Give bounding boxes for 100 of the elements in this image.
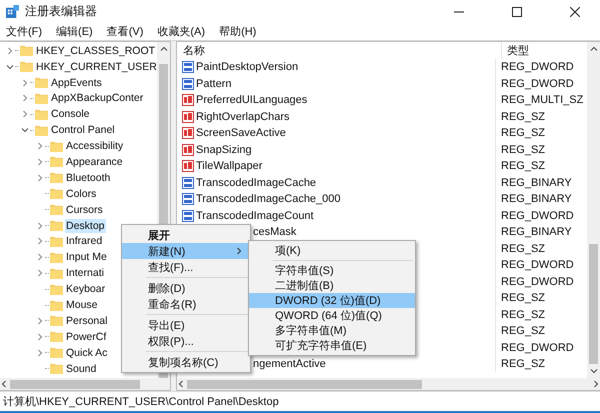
menu-item[interactable]: 文件(F) [6, 24, 42, 40]
tree-item[interactable]: Infrared [65, 234, 104, 248]
tree-item[interactable]: Quick Ac [65, 346, 108, 360]
menu-item[interactable]: 权限(P)... [122, 333, 250, 349]
menu-item[interactable]: 帮助(H) [219, 24, 256, 40]
folder-icon [50, 236, 63, 247]
value-name[interactable]: PaintDesktopVersion [196, 61, 298, 74]
folder-icon [50, 268, 63, 279]
menu-item[interactable]: 导出(E) [122, 317, 250, 333]
value-name[interactable]: TileWallpaper [196, 160, 262, 172]
menu-item[interactable]: 展开 [122, 227, 250, 243]
value-name[interactable]: Pattern [196, 78, 232, 90]
value-type: REG_DWORD [500, 210, 574, 222]
scrollbar[interactable] [177, 378, 600, 390]
folder-icon [20, 45, 33, 56]
chevron-right-icon[interactable] [592, 380, 600, 388]
value-type: REG_SZ [500, 127, 546, 140]
registry-icon [6, 5, 19, 18]
value-type: REG_DWORD [500, 78, 574, 90]
scrollbar-thumb[interactable] [187, 380, 422, 389]
value-name[interactable]: PreferredUILanguages [196, 94, 308, 106]
folder-icon [50, 300, 63, 310]
chevron-up-icon[interactable] [160, 44, 168, 53]
folder-icon [50, 347, 63, 358]
menu-item[interactable]: 复制项名称(C) [122, 354, 250, 370]
scrollbar[interactable] [587, 42, 600, 378]
folder-icon [35, 108, 48, 120]
menu-item[interactable]: 项(K) [249, 243, 415, 258]
scrollbar[interactable] [0, 378, 170, 390]
scrollbar-thumb[interactable] [589, 244, 598, 364]
folder-icon [50, 284, 63, 295]
value-name[interactable]: TranscodedImageCount [196, 210, 314, 222]
menu-item[interactable]: 收藏夹(A) [157, 24, 206, 40]
value-type: REG_SZ [500, 160, 546, 172]
folder-icon [50, 315, 63, 326]
string-value-icon [182, 127, 194, 140]
tree-item[interactable]: Internati [65, 266, 105, 280]
value-type: REG_SZ [500, 144, 546, 156]
tree-item[interactable]: Sound [65, 362, 98, 376]
folder-icon [50, 331, 63, 342]
tree-item[interactable]: AppEvents [50, 76, 103, 90]
tree-item[interactable]: Accessibility [65, 139, 124, 154]
chevron-up-icon[interactable] [590, 44, 598, 53]
tree-item[interactable]: Mouse [65, 298, 99, 312]
menu-item[interactable]: 编辑(E) [56, 24, 93, 40]
chevron-down-icon[interactable] [6, 62, 14, 71]
tree-item[interactable]: Desktop [65, 218, 106, 233]
tree-item[interactable]: PowerCf [65, 330, 108, 344]
maximize-icon[interactable] [512, 6, 522, 17]
value-type: REG_DWORD [500, 61, 574, 74]
menu-item[interactable]: 字符串值(S) [249, 263, 415, 278]
column-header[interactable]: 类型 [502, 42, 529, 58]
tree-item[interactable]: Console [50, 107, 91, 122]
folder-icon [20, 61, 33, 72]
menu-item[interactable]: 删除(D) [122, 280, 250, 296]
tree-item[interactable]: HKEY_CLASSES_ROOT [35, 44, 156, 58]
value-type: REG_SZ [500, 358, 546, 370]
value-type: REG_BINARY [500, 226, 572, 238]
menu-item[interactable]: 新建(N) [122, 243, 250, 259]
close-icon[interactable] [570, 6, 580, 17]
chevron-down-icon[interactable] [590, 367, 598, 376]
tree-item[interactable]: AppXBackupConter [50, 91, 144, 106]
value-name[interactable]: SnapSizing [196, 144, 252, 156]
menu-item[interactable]: 查找(F)... [122, 259, 250, 275]
folder-icon [35, 92, 48, 104]
chevron-left-icon[interactable] [177, 380, 185, 388]
folder-icon [50, 252, 63, 263]
chevron-left-icon[interactable] [0, 380, 8, 388]
value-type: REG_SZ [500, 292, 546, 304]
value-type: REG_BINARY [500, 193, 572, 206]
scrollbar-thumb[interactable] [10, 380, 140, 389]
value-name[interactable]: TranscodedImageCache [196, 176, 316, 189]
value-name[interactable]: RightOverlapChars [196, 110, 290, 123]
menu-item[interactable]: 重命名(R) [122, 296, 250, 312]
tree-item[interactable]: Personal [65, 314, 108, 328]
value-name[interactable]: TranscodedImageCache_000 [196, 193, 341, 206]
status-path: 计算机\HKEY_CURRENT_USER\Control Panel\Desktop [3, 395, 279, 410]
menu-item[interactable]: DWORD (32 位)值(D) [249, 293, 415, 308]
menu-item[interactable]: 二进制值(B) [249, 278, 415, 293]
tree-item[interactable]: Appearance [65, 154, 124, 169]
tree-item[interactable]: Bluetooth [65, 170, 112, 185]
menu-item[interactable]: 多字符串值(M) [249, 323, 415, 338]
value-name[interactable]: ScreenSaveActive [196, 127, 286, 140]
value-type: REG_SZ [500, 242, 546, 255]
value-type: REG_DWORD [500, 342, 574, 354]
menu-item[interactable]: 可扩充字符串值(E) [249, 338, 415, 353]
tree-item[interactable]: Colors [65, 186, 98, 201]
chevron-down-icon[interactable] [21, 126, 29, 134]
menu-item[interactable]: QWORD (64 位)值(Q) [249, 308, 415, 323]
menu-item[interactable]: 查看(V) [106, 24, 144, 40]
string-value-icon [182, 144, 194, 156]
tree-item[interactable]: Cursors [65, 202, 104, 217]
tree-item[interactable]: HKEY_CURRENT_USER [35, 60, 157, 74]
folder-icon [50, 220, 63, 232]
tree-item[interactable]: Control Panel [50, 123, 116, 138]
column-header[interactable]: 名称 [177, 42, 502, 59]
tree-item[interactable]: Input Me [65, 250, 108, 264]
binary-value-icon [182, 193, 194, 206]
tree-item[interactable]: Keyboar [65, 282, 106, 296]
binary-value-icon [182, 78, 194, 90]
